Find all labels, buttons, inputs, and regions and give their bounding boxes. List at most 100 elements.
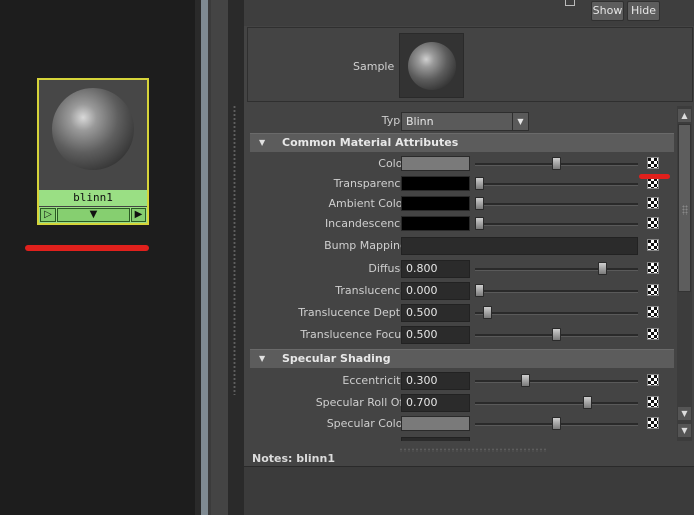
scroll-down-icon[interactable]: ▼: [678, 424, 691, 437]
slider-handle[interactable]: [483, 306, 492, 319]
incandescence-row: Incandescence: [250, 213, 679, 235]
sample-frame: [247, 27, 693, 102]
map-button-icon[interactable]: [647, 217, 659, 229]
map-button-icon[interactable]: [647, 284, 659, 296]
translucence-depth-label: Translucence Depth: [298, 306, 407, 319]
eccentricity-slider[interactable]: [475, 374, 638, 387]
color-row: Color: [250, 153, 679, 175]
sample-label: Sample: [353, 60, 395, 73]
translucence-field[interactable]: 0.000: [401, 282, 470, 300]
map-button-icon[interactable]: [647, 328, 659, 340]
eccentricity-row: Eccentricity 0.300: [250, 370, 679, 392]
node-swatch: [39, 80, 147, 190]
slider-handle[interactable]: [475, 217, 484, 230]
translucence-depth-row: Translucence Depth 0.500: [250, 302, 679, 324]
slider-handle[interactable]: [475, 197, 484, 210]
blinn1-shader-node[interactable]: blinn1 ▷ ▼ ▶: [37, 78, 149, 225]
bump-mapping-label: Bump Mapping: [324, 239, 407, 252]
specular-color-swatch[interactable]: [401, 416, 470, 431]
diffuse-row: Diffuse 0.800: [250, 258, 679, 280]
expand-node-icon[interactable]: ▼: [57, 208, 130, 222]
slider-handle[interactable]: [552, 328, 561, 341]
drag-grip[interactable]: [233, 105, 236, 395]
translucence-slider[interactable]: [475, 284, 638, 297]
specular-roll-off-field[interactable]: 0.700: [401, 394, 470, 412]
diffuse-field[interactable]: 0.800: [401, 260, 470, 278]
node-name-label: blinn1: [39, 190, 147, 206]
map-button-icon[interactable]: [647, 396, 659, 408]
collapse-triangle-icon: ▼: [259, 354, 266, 363]
splitter-bar: [201, 0, 208, 515]
notes-textarea[interactable]: [244, 466, 694, 515]
ambient-color-label: Ambient Color: [328, 197, 407, 210]
type-dropdown[interactable]: Blinn ▼: [401, 112, 529, 131]
panel-splitter[interactable]: [195, 0, 244, 515]
translucence-focus-field[interactable]: 0.500: [401, 326, 470, 344]
translucence-focus-slider[interactable]: [475, 328, 638, 341]
type-value: Blinn: [406, 115, 434, 128]
map-button-icon[interactable]: [647, 374, 659, 386]
diffuse-slider[interactable]: [475, 262, 638, 275]
vertical-scrollbar[interactable]: ▲ ▼ ▼: [677, 106, 692, 441]
specular-color-row: Specular Color: [250, 413, 679, 435]
specular-shading-header[interactable]: ▼ Specular Shading: [250, 349, 674, 368]
slider-handle[interactable]: [552, 157, 561, 170]
attribute-editor: Show Hide Sample Type Blinn ▼ ▼ Common M…: [244, 0, 694, 515]
slider-handle[interactable]: [552, 417, 561, 430]
hide-button[interactable]: Hide: [627, 1, 660, 21]
collapse-triangle-icon: ▼: [259, 138, 266, 147]
color-swatch[interactable]: [401, 156, 470, 171]
incandescence-swatch[interactable]: [401, 216, 470, 231]
hypershade-graph-panel: blinn1 ▷ ▼ ▶: [0, 0, 195, 515]
eccentricity-field[interactable]: 0.300: [401, 372, 470, 390]
splitter-bar: [211, 0, 228, 515]
page-icon[interactable]: [565, 0, 575, 6]
specular-color-slider[interactable]: [475, 417, 638, 430]
scroll-down-icon[interactable]: ▼: [678, 407, 691, 420]
input-port-icon[interactable]: ▷: [40, 208, 56, 222]
node-ports: ▷ ▼ ▶: [39, 207, 147, 223]
slider-handle[interactable]: [475, 284, 484, 297]
slider-handle[interactable]: [598, 262, 607, 275]
ambient-color-row: Ambient Color: [250, 193, 679, 215]
notes-label: Notes: blinn1: [252, 452, 335, 465]
eccentricity-label: Eccentricity: [342, 374, 407, 387]
red-annotation-underline: [25, 245, 149, 251]
translucence-focus-row: Translucence Focus 0.500: [250, 324, 679, 346]
scroll-thumb[interactable]: [678, 124, 691, 292]
map-button-icon[interactable]: [647, 197, 659, 209]
bump-mapping-field[interactable]: [401, 237, 638, 255]
map-button-icon[interactable]: [647, 417, 659, 429]
specular-roll-off-slider[interactable]: [475, 396, 638, 409]
translucence-depth-slider[interactable]: [475, 306, 638, 319]
transparency-slider[interactable]: [475, 177, 638, 190]
grip-icon: [682, 205, 688, 215]
translucence-focus-label: Translucence Focus: [300, 328, 407, 341]
translucence-label: Translucence: [335, 284, 407, 297]
map-button-icon[interactable]: [647, 157, 659, 169]
show-button[interactable]: Show: [591, 1, 624, 21]
output-port-icon[interactable]: ▶: [131, 208, 146, 222]
scroll-up-icon[interactable]: ▲: [678, 109, 691, 122]
section-title: Common Material Attributes: [282, 136, 459, 149]
ambient-color-swatch[interactable]: [401, 196, 470, 211]
slider-handle[interactable]: [475, 177, 484, 190]
map-button-icon[interactable]: [647, 306, 659, 318]
map-button-icon[interactable]: [647, 262, 659, 274]
map-button-icon[interactable]: [647, 239, 659, 251]
incandescence-slider[interactable]: [475, 217, 638, 230]
red-annotation-underline: [639, 174, 670, 179]
bump-mapping-row: Bump Mapping: [250, 235, 679, 257]
transparency-row: Transparency: [250, 173, 679, 195]
sample-swatch[interactable]: [399, 33, 464, 98]
partial-field[interactable]: [401, 437, 470, 441]
slider-handle[interactable]: [521, 374, 530, 387]
common-material-attributes-header[interactable]: ▼ Common Material Attributes: [250, 133, 674, 152]
slider-handle[interactable]: [583, 396, 592, 409]
ambient-color-slider[interactable]: [475, 197, 638, 210]
color-slider[interactable]: [475, 157, 638, 170]
attribute-scroll-area[interactable]: Type Blinn ▼ ▼ Common Material Attribute…: [250, 106, 679, 441]
translucence-row: Translucence 0.000: [250, 280, 679, 302]
transparency-swatch[interactable]: [401, 176, 470, 191]
translucence-depth-field[interactable]: 0.500: [401, 304, 470, 322]
